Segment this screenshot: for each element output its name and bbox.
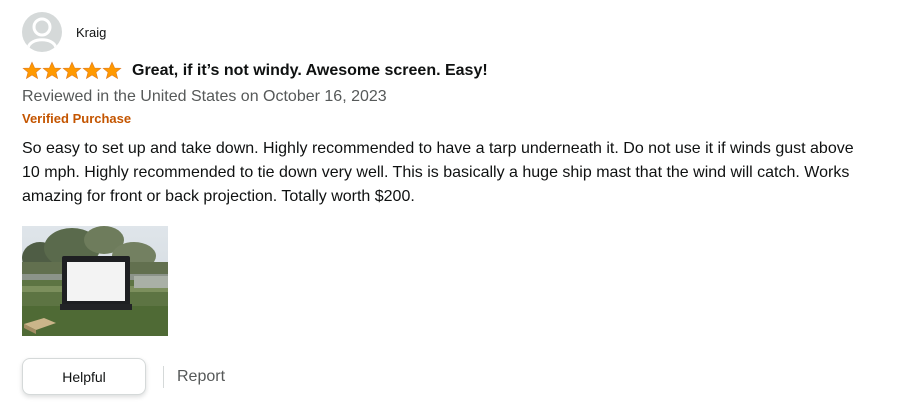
star-rating[interactable]	[22, 61, 122, 81]
star-icon	[42, 61, 62, 80]
star-icon	[22, 61, 42, 80]
report-link[interactable]: Report	[177, 368, 225, 386]
review-title[interactable]: Great, if it’s not windy. Awesome screen…	[132, 62, 488, 80]
verified-purchase-badge: Verified Purchase	[22, 111, 132, 126]
reviewer-name[interactable]: Kraig	[76, 25, 106, 40]
star-icon	[62, 61, 82, 80]
review-actions: Helpful Report	[22, 358, 225, 395]
reviewer-profile[interactable]: Kraig	[22, 12, 882, 52]
user-avatar-icon	[22, 12, 62, 52]
review-text: So easy to set up and take down. Highly …	[22, 140, 854, 205]
star-icon	[82, 61, 102, 80]
action-divider	[163, 365, 164, 388]
customer-review: Kraig Great, if it’s not windy. Awesome …	[22, 12, 882, 336]
star-icon	[102, 61, 122, 80]
review-header: Great, if it’s not windy. Awesome screen…	[22, 60, 882, 82]
review-photo-thumbnail[interactable]	[22, 226, 168, 336]
helpful-button[interactable]: Helpful	[22, 358, 146, 395]
review-date: Reviewed in the United States on October…	[22, 88, 387, 105]
